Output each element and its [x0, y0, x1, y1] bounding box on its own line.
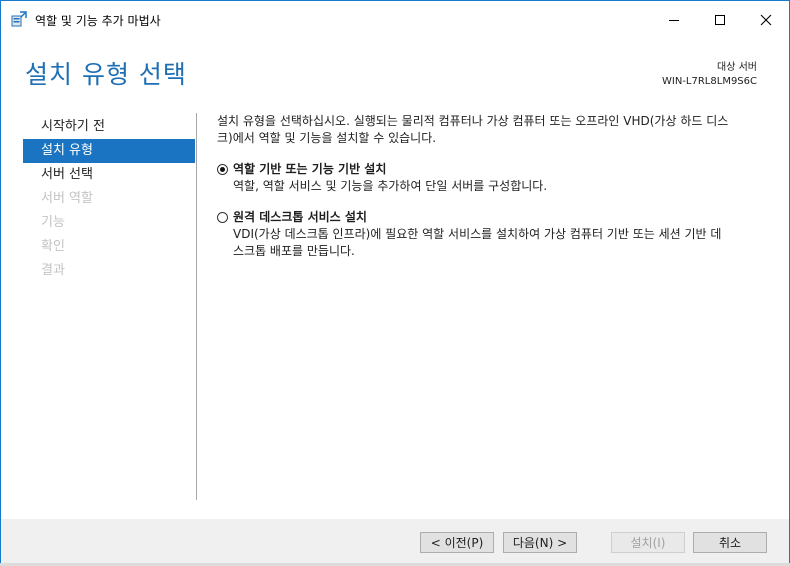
previous-button[interactable]: < 이전(P)	[420, 532, 494, 553]
minimize-button[interactable]	[651, 1, 697, 38]
wizard-footer: < 이전(P) 다음(N) > 설치(I) 취소	[1, 519, 789, 564]
option-role-based[interactable]: 역할 기반 또는 기능 기반 설치 역할, 역할 서비스 및 기능을 추가하여 …	[217, 161, 773, 195]
option-remote-desktop[interactable]: 원격 데스크톱 서비스 설치 VDI(가상 데스크톱 인프라)에 필요한 역할 …	[217, 209, 773, 260]
close-button[interactable]	[743, 1, 789, 38]
wizard-step-nav: 시작하기 전 설치 유형 서버 선택 서버 역할 기능 확인 결과	[23, 115, 195, 283]
title-bar[interactable]: 역할 및 기능 추가 마법사	[1, 1, 789, 38]
intro-line-1: 설치 유형을 선택하십시오. 실행되는 물리적 컴퓨터나 가상 컴퓨터 또는 오…	[217, 114, 729, 128]
next-button[interactable]: 다음(N) >	[503, 532, 577, 553]
intro-text: 설치 유형을 선택하십시오. 실행되는 물리적 컴퓨터나 가상 컴퓨터 또는 오…	[217, 113, 773, 147]
page-title: 설치 유형 선택	[25, 60, 187, 89]
nav-item-server-selection[interactable]: 서버 선택	[23, 163, 195, 187]
option-remote-desktop-label[interactable]: 원격 데스크톱 서비스 설치	[233, 209, 773, 226]
cancel-button[interactable]: 취소	[693, 532, 767, 553]
nav-item-features: 기능	[41, 215, 65, 230]
nav-item-server-roles: 서버 역할	[41, 191, 93, 206]
option-remote-desktop-desc-1: VDI(가상 데스크톱 인프라)에 필요한 역할 서비스를 설치하여 가상 컴퓨…	[233, 227, 722, 241]
intro-line-2: 크)에서 역할 및 기능을 설치할 수 있습니다.	[217, 131, 437, 145]
maximize-icon	[715, 14, 725, 25]
option-role-based-label[interactable]: 역할 기반 또는 기능 기반 설치	[233, 161, 773, 178]
close-icon	[760, 14, 772, 25]
radio-role-based[interactable]	[217, 164, 228, 175]
radio-remote-desktop[interactable]	[217, 212, 228, 223]
server-manager-wizard-icon	[11, 11, 27, 27]
wizard-window: 역할 및 기능 추가 마법사 설치 유형 선택 대상 서버 WIN-L7RL8L…	[0, 0, 790, 565]
nav-item-results: 결과	[41, 263, 65, 278]
window-title: 역할 및 기능 추가 마법사	[35, 14, 161, 28]
nav-item-installation-type[interactable]: 설치 유형	[23, 139, 195, 163]
install-button: 설치(I)	[611, 532, 685, 553]
nav-divider	[196, 113, 197, 500]
nav-item-confirmation: 확인	[41, 239, 65, 254]
option-role-based-desc: 역할, 역할 서비스 및 기능을 추가하여 단일 서버를 구성합니다.	[233, 179, 548, 193]
main-content: 설치 유형을 선택하십시오. 실행되는 물리적 컴퓨터나 가상 컴퓨터 또는 오…	[217, 113, 773, 260]
destination-server-name: WIN-L7RL8LM9S6C	[662, 76, 757, 87]
maximize-button[interactable]	[697, 1, 743, 38]
destination-server-label: 대상 서버	[717, 62, 757, 73]
destination-server: 대상 서버 WIN-L7RL8LM9S6C	[662, 61, 757, 89]
minimize-icon	[669, 19, 679, 21]
option-remote-desktop-desc-2: 스크톱 배포를 만듭니다.	[233, 244, 355, 258]
nav-item-before-you-begin[interactable]: 시작하기 전	[23, 115, 195, 139]
